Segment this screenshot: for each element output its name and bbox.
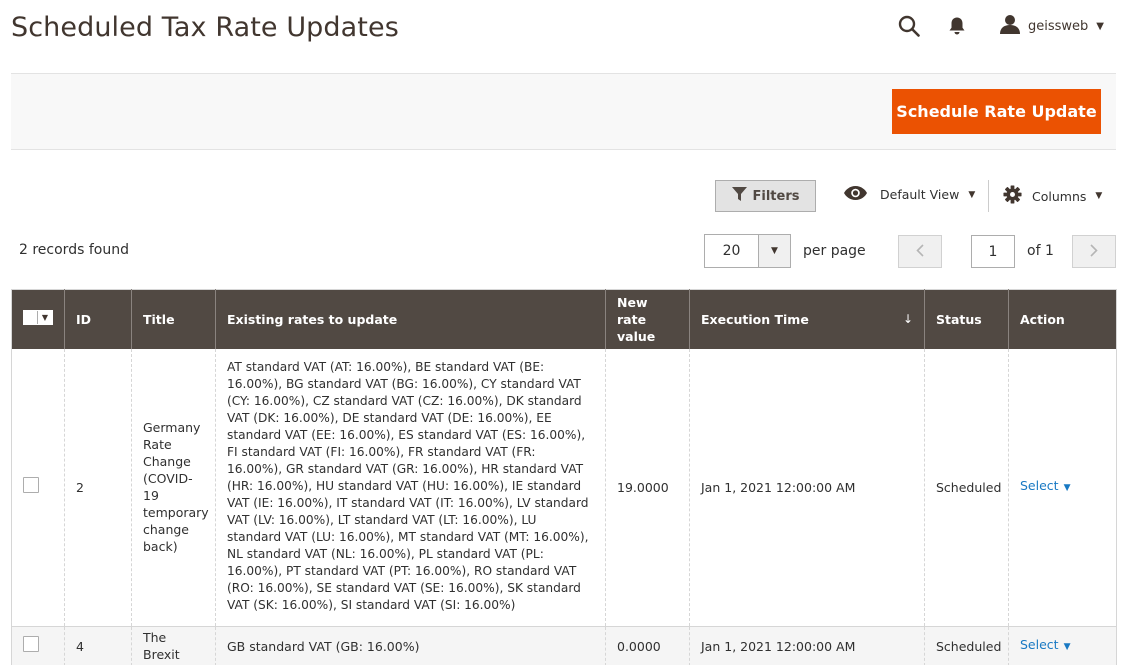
records-found-count: 2 records found <box>19 242 129 258</box>
next-page-button[interactable] <box>1072 235 1116 268</box>
default-view-label: Default View <box>880 187 960 202</box>
tax-updates-grid: ▼ ID Title Existing rates to update New … <box>11 289 1117 665</box>
chevron-down-icon[interactable]: ▼ <box>758 235 790 267</box>
cell-existing-rates: GB standard VAT (GB: 16.00%) <box>215 626 606 665</box>
row-select-cell <box>11 348 65 626</box>
row-checkbox[interactable] <box>23 636 39 652</box>
column-header-id[interactable]: ID <box>64 289 132 349</box>
filters-button[interactable]: Filters <box>715 180 816 212</box>
columns-dropdown[interactable]: Columns ▼ <box>1003 185 1102 207</box>
user-account-menu[interactable]: geissweb ▼ <box>1000 14 1104 38</box>
execution-time-header-label: Execution Time <box>701 311 809 327</box>
row-checkbox[interactable] <box>23 477 39 493</box>
row-action-select[interactable]: Select ▼ <box>1020 637 1070 652</box>
cell-execution-time: Jan 1, 2021 12:00:00 AM <box>689 626 925 665</box>
schedule-rate-update-button[interactable]: Schedule Rate Update <box>892 89 1101 134</box>
chevron-right-icon <box>1090 242 1098 261</box>
per-page-value: 20 <box>722 243 741 259</box>
column-header-status[interactable]: Status <box>924 289 1009 349</box>
previous-page-button[interactable] <box>898 235 942 268</box>
table-row: 2 Germany Rate Change (COVID-19 temporar… <box>11 348 1117 626</box>
cell-status: Scheduled <box>924 626 1009 665</box>
caret-down-icon: ▼ <box>1063 642 1071 652</box>
column-header-title[interactable]: Title <box>131 289 216 349</box>
column-header-action: Action <box>1008 289 1117 349</box>
cell-id: 4 <box>64 626 132 665</box>
cell-execution-time: Jan 1, 2021 12:00:00 AM <box>689 348 925 626</box>
column-header-new-rate[interactable]: New rate value <box>605 289 690 349</box>
select-label: Select <box>1020 478 1059 493</box>
chevron-down-icon: ▼ <box>1096 20 1104 32</box>
cell-new-rate: 19.0000 <box>605 348 690 626</box>
mass-select-header: ▼ <box>11 289 65 349</box>
current-page-input[interactable] <box>971 235 1015 268</box>
user-icon <box>1000 14 1020 38</box>
row-select-cell <box>11 626 65 665</box>
row-action-select[interactable]: Select ▼ <box>1020 478 1070 493</box>
cell-title: The Brexit <box>131 626 216 665</box>
cell-new-rate: 0.0000 <box>605 626 690 665</box>
sort-descending-icon: ↓ <box>902 311 913 326</box>
filters-label: Filters <box>752 188 800 204</box>
toolbar-divider <box>988 180 989 212</box>
header-actions: geissweb ▼ <box>898 14 1104 38</box>
cell-existing-rates: AT standard VAT (AT: 16.00%), BE standar… <box>215 348 606 626</box>
default-view-dropdown[interactable]: Default View ▼ <box>843 185 975 204</box>
page-actions-bar: Schedule Rate Update <box>11 73 1116 150</box>
per-page-select[interactable]: 20 ▼ <box>704 234 791 268</box>
select-label: Select <box>1020 637 1059 652</box>
cell-action: Select ▼ <box>1008 348 1117 626</box>
mass-select-dropdown[interactable]: ▼ <box>23 310 53 326</box>
grid-header-row: ▼ ID Title Existing rates to update New … <box>11 289 1117 349</box>
user-name: geissweb <box>1028 18 1089 34</box>
chevron-down-icon[interactable]: ▼ <box>38 311 52 324</box>
caret-down-icon: ▼ <box>1063 483 1071 493</box>
chevron-down-icon: ▼ <box>1095 191 1103 201</box>
chevron-down-icon: ▼ <box>968 189 976 200</box>
notifications-bell-icon[interactable] <box>948 16 966 36</box>
page-total: of 1 <box>1027 243 1054 259</box>
per-page-label: per page <box>803 243 866 259</box>
search-icon[interactable] <box>898 15 920 37</box>
page-title: Scheduled Tax Rate Updates <box>11 12 399 43</box>
column-header-existing-rates[interactable]: Existing rates to update <box>215 289 606 349</box>
cell-title: Germany Rate Change (COVID-19 temporary … <box>131 348 216 626</box>
mass-select-checkbox[interactable] <box>24 311 38 325</box>
gear-icon <box>1003 185 1022 207</box>
cell-action: Select ▼ <box>1008 626 1117 665</box>
chevron-left-icon <box>916 242 924 261</box>
table-row: 4 The Brexit GB standard VAT (GB: 16.00%… <box>11 626 1117 665</box>
eye-icon <box>843 185 868 204</box>
column-header-execution-time[interactable]: Execution Time ↓ <box>689 289 925 349</box>
columns-label: Columns <box>1032 188 1087 204</box>
cell-id: 2 <box>64 348 132 626</box>
cell-status: Scheduled <box>924 348 1009 626</box>
filter-funnel-icon <box>731 187 753 205</box>
